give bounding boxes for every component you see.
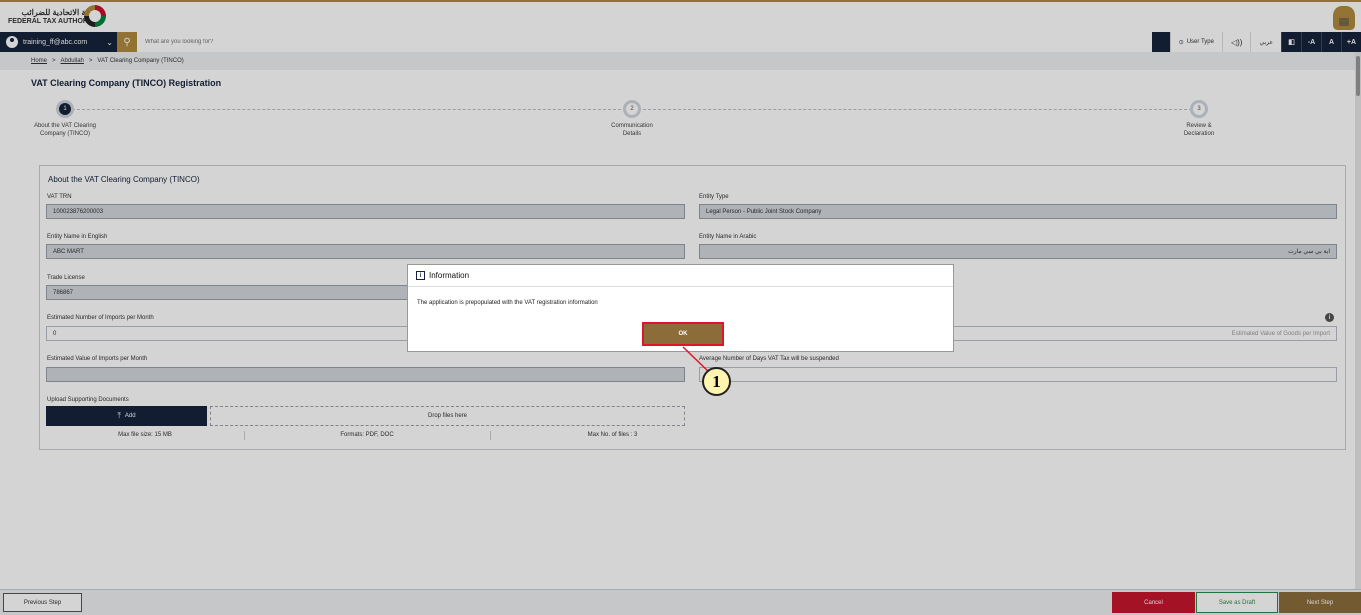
information-dialog: i Information The application is prepopu…	[407, 264, 954, 352]
dialog-message: The application is prepopulated with the…	[417, 300, 598, 306]
callout-badge: 1	[702, 367, 731, 396]
dialog-title: Information	[429, 271, 470, 280]
dialog-header: i Information	[408, 265, 953, 287]
ok-button[interactable]: OK	[642, 322, 724, 346]
info-icon: i	[416, 271, 425, 280]
